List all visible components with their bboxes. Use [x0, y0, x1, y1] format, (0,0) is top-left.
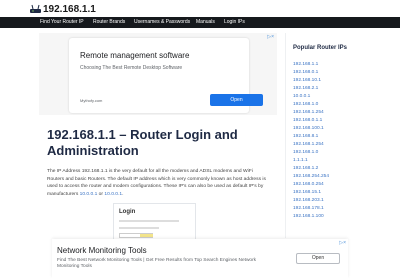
nav-usernames-passwords[interactable]: Usernames & Passwords	[134, 18, 190, 27]
main-nav: Find Your Router IP Router Brands Userna…	[0, 17, 400, 28]
article-intro: The IP Address 192.168.1.1 is the very d…	[47, 168, 269, 198]
ad-choices-icon[interactable]: ▷×	[267, 34, 274, 40]
popular-ip-list: 192.168.1.1 192.168.0.1 192.168.10.1 192…	[293, 61, 353, 221]
ad-open-button[interactable]: Open	[210, 94, 263, 106]
ip-link[interactable]: 192.168.1.1	[293, 61, 353, 69]
ip-link[interactable]: 192.168.0.254	[293, 181, 353, 189]
link-10-0-0-1[interactable]: 10.0.0.1	[80, 192, 98, 197]
nav-manuals[interactable]: Manuals	[196, 18, 215, 27]
ip-link[interactable]: 10.0.0.1	[293, 93, 353, 101]
top-ad-banner[interactable]: ▷× Remote management software Choosing T…	[39, 33, 277, 115]
ip-link[interactable]: 192.168.254.254	[293, 173, 353, 181]
screenshot-divider	[119, 220, 179, 222]
sidebar-title: Popular Router IPs	[293, 45, 348, 51]
ad-card[interactable]: Remote management software Choosing The …	[69, 38, 263, 113]
intro-end: .	[122, 191, 124, 197]
nav-find-router-ip[interactable]: Find Your Router IP	[40, 18, 84, 27]
ad-open-button[interactable]: Open	[296, 253, 340, 264]
ip-link[interactable]: 1.1.1.1	[293, 157, 353, 165]
login-screenshot-title: Login	[119, 209, 136, 215]
ad-subtitle: Find The Best Network Monitoring Tools |…	[57, 258, 257, 270]
ad-url[interactable]: Mythofy.com	[80, 98, 102, 103]
site-header: 192.168.1.1	[0, 0, 400, 17]
ip-link[interactable]: 192.168.8.1	[293, 133, 353, 141]
router-icon	[30, 4, 41, 13]
ad-title[interactable]: Remote management software	[80, 51, 189, 60]
ad-subtitle: Choosing The Best Remote Desktop Softwar…	[80, 65, 183, 71]
logo-text: 192.168.1.1	[43, 3, 96, 15]
ip-link[interactable]: 192.168.1.2	[293, 165, 353, 173]
screenshot-username-value	[140, 234, 153, 237]
ip-link[interactable]: 192.168.0.1.1	[293, 117, 353, 125]
ip-link[interactable]: 192.168.2.1	[293, 85, 353, 93]
ip-link[interactable]: 192.168.1.254	[293, 141, 353, 149]
column-divider	[285, 33, 286, 238]
nav-router-brands[interactable]: Router Brands	[93, 18, 125, 27]
login-screenshot: Login	[113, 203, 196, 244]
nav-login-ips[interactable]: Login IPs	[224, 18, 245, 27]
intro-conjunction: or	[98, 191, 104, 197]
ip-link[interactable]: 192.168.15.1	[293, 189, 353, 197]
ip-link[interactable]: 192.168.1.0	[293, 149, 353, 157]
ip-link[interactable]: 192.168.178.1	[293, 205, 353, 213]
ad-title[interactable]: Network Monitoring Tools	[57, 246, 147, 255]
link-10-0-0-1-alt[interactable]: 10.0.0.1	[104, 192, 122, 197]
ip-link[interactable]: 192.168.100.1	[293, 125, 353, 133]
ip-link[interactable]: 192.168.0.1	[293, 69, 353, 77]
ip-link[interactable]: 192.168.203.1	[293, 197, 353, 205]
ip-link[interactable]: 192.168.1.0	[293, 101, 353, 109]
site-logo[interactable]: 192.168.1.1	[30, 3, 96, 15]
ad-choices-icon[interactable]: ▷×	[339, 240, 346, 246]
ip-link[interactable]: 192.168.1.100	[293, 213, 353, 221]
page-title: 192.168.1.1 – Router Login and Administr…	[47, 127, 238, 158]
screenshot-text-line	[119, 227, 159, 229]
ip-link[interactable]: 192.168.10.1	[293, 77, 353, 85]
ip-link[interactable]: 192.168.1.254	[293, 109, 353, 117]
bottom-ad-banner[interactable]: ▷× Network Monitoring Tools Find The Bes…	[52, 239, 348, 278]
